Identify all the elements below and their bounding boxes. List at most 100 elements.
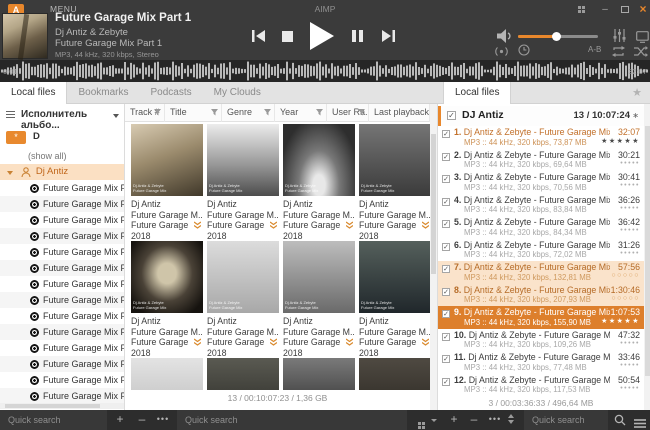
tree-album-row[interactable]: Future Garage Mix Part bbox=[0, 276, 124, 292]
filter-funnel-icon[interactable] bbox=[211, 109, 218, 116]
expand-chevrons-icon[interactable] bbox=[193, 338, 202, 348]
play-button[interactable] bbox=[310, 22, 334, 50]
playlist-add-button[interactable]: + bbox=[446, 410, 462, 430]
grouping-header[interactable]: Исполнитель альбо... bbox=[0, 104, 124, 131]
album-card-cover[interactable]: Dj Antiz & Zebyte Future Garage Mix bbox=[131, 124, 203, 196]
expand-chevrons-icon[interactable] bbox=[345, 221, 354, 231]
playlist-track-row[interactable]: ✓ 5. Dj Antiz & Zebyte - Future Garage M… bbox=[438, 216, 644, 239]
view-mode-grid-icon[interactable] bbox=[415, 416, 427, 430]
expand-chevrons-icon[interactable] bbox=[193, 221, 202, 231]
album-card[interactable]: Dj Antiz & Zebyte Future Garage Mix Dj A… bbox=[359, 124, 431, 252]
expand-chevrons-icon[interactable] bbox=[269, 338, 278, 348]
playlist-group-header[interactable]: ✓ DJ Antiz 13 / 10:07:24 ∗ bbox=[438, 106, 644, 126]
track-checkbox[interactable]: ✓ bbox=[442, 377, 450, 386]
album-card[interactable]: Dj Antiz & Zebyte Future Garage Mix Dj A… bbox=[207, 241, 279, 369]
playlist-quick-search-input[interactable] bbox=[524, 410, 608, 430]
tree-album-row[interactable]: Future Garage Mix Part bbox=[0, 244, 124, 260]
album-card[interactable]: Dj Antiz & Zebyte Future Garage Mix Dj A… bbox=[131, 241, 203, 369]
album-card-cover[interactable]: Dj Antiz & Zebyte Future Garage Mix bbox=[207, 124, 279, 196]
track-checkbox[interactable]: ✓ bbox=[442, 242, 450, 251]
tab-local-files-right[interactable]: Local files bbox=[443, 82, 512, 105]
sleep-timer-icon[interactable] bbox=[518, 43, 530, 61]
playlist-track-row[interactable]: ✓ 12. Dj Antiz & Zebyte - Future Garage … bbox=[438, 374, 644, 397]
filter-funnel-icon[interactable] bbox=[316, 109, 323, 116]
album-card[interactable]: Dj Antiz & Zebyte Future Garage Mix Dj A… bbox=[283, 241, 355, 369]
chevron-down-icon[interactable] bbox=[113, 114, 119, 118]
star-icon[interactable]: ★ bbox=[632, 86, 642, 99]
more-button[interactable]: ••• bbox=[153, 410, 173, 430]
expand-chevrons-icon[interactable] bbox=[345, 338, 354, 348]
column-header[interactable]: Year bbox=[275, 104, 327, 122]
track-checkbox[interactable]: ✓ bbox=[442, 175, 450, 183]
track-checkbox[interactable]: ✓ bbox=[442, 130, 450, 138]
track-checkbox[interactable]: ✓ bbox=[442, 152, 450, 161]
tree-album-row[interactable]: Future Garage Mix Part bbox=[0, 180, 124, 196]
playlist-track-row[interactable]: ✓ 3. Dj Antiz & Zebyte - Future Garage M… bbox=[438, 171, 644, 194]
search-icon[interactable] bbox=[612, 413, 628, 430]
filter-funnel-icon[interactable] bbox=[264, 109, 271, 116]
playlist-track-row[interactable]: ✓ 2. Dj Antiz & Zebyte - Future Garage M… bbox=[438, 149, 644, 172]
tree-show-all[interactable]: (show all) bbox=[0, 148, 124, 164]
column-header[interactable]: User Ra... bbox=[327, 104, 369, 122]
track-checkbox[interactable]: ✓ bbox=[442, 332, 450, 341]
tree-album-row[interactable]: Future Garage Mix Part bbox=[0, 260, 124, 276]
minimize-button[interactable]: – bbox=[596, 2, 614, 17]
scrollbar-thumb[interactable] bbox=[645, 126, 650, 376]
next-button[interactable] bbox=[382, 30, 395, 42]
tree-album-row[interactable]: Future Garage Mix Part bbox=[0, 228, 124, 244]
tree-album-row[interactable]: Future Garage Mix Part bbox=[0, 292, 124, 308]
track-checkbox[interactable]: ✓ bbox=[442, 220, 450, 228]
album-card-cover[interactable]: Dj Antiz & Zebyte Future Garage Mix bbox=[283, 241, 355, 313]
track-rating[interactable]: ••••• bbox=[620, 362, 640, 369]
album-card-cover[interactable]: Dj Antiz & Zebyte Future Garage Mix bbox=[131, 241, 203, 313]
sort-button[interactable] bbox=[508, 414, 518, 430]
group-checkbox[interactable]: ✓ bbox=[447, 111, 456, 120]
volume-slider[interactable] bbox=[518, 32, 598, 41]
column-header[interactable]: Title bbox=[165, 104, 222, 122]
track-checkbox[interactable]: ✓ bbox=[442, 197, 450, 206]
column-header[interactable]: Track # bbox=[125, 104, 165, 122]
album-card-cover[interactable]: Dj Antiz & Zebyte Future Garage Mix bbox=[359, 124, 431, 196]
track-rating[interactable]: ★★★★★ bbox=[601, 317, 640, 325]
tree-album-row[interactable]: Future Garage Mix Part bbox=[0, 340, 124, 356]
maximize-button[interactable] bbox=[616, 2, 634, 17]
track-rating[interactable]: ★★★★★ bbox=[601, 137, 640, 145]
tree-album-row[interactable]: Future Garage Mix Part bbox=[0, 372, 124, 388]
track-rating[interactable]: ○○○○○ bbox=[611, 295, 640, 302]
track-rating[interactable]: ○○○○○ bbox=[611, 272, 640, 279]
scrollbar-thumb[interactable] bbox=[431, 134, 436, 274]
tree-album-row[interactable]: Future Garage Mix Part bbox=[0, 356, 124, 372]
tree-album-row[interactable]: Future Garage Mix Part bbox=[0, 324, 124, 340]
previous-button[interactable] bbox=[252, 30, 265, 42]
add-button[interactable]: + bbox=[112, 410, 128, 430]
playlist-track-row[interactable]: ✓ 10. Dj Antiz & Zebyte - Future Garage … bbox=[438, 329, 644, 352]
playlist-track-row[interactable]: ✓ 7. Dj Antiz & Zebyte - Future Garage M… bbox=[438, 261, 644, 284]
album-card[interactable]: Dj Antiz & Zebyte Future Garage Mix Dj A… bbox=[283, 124, 355, 252]
column-header[interactable]: Last playback bbox=[369, 104, 430, 122]
expand-chevrons-icon[interactable] bbox=[421, 221, 430, 231]
playlist-remove-button[interactable]: – bbox=[466, 410, 482, 430]
vertical-scrollbar[interactable] bbox=[430, 104, 437, 410]
track-checkbox[interactable]: ✓ bbox=[442, 310, 450, 318]
expand-chevrons-icon[interactable] bbox=[269, 221, 278, 231]
track-rating[interactable]: ••••• bbox=[620, 340, 640, 347]
close-button[interactable]: × bbox=[634, 2, 650, 17]
album-card[interactable]: Dj Antiz & Zebyte Future Garage Mix Dj A… bbox=[207, 124, 279, 252]
tab-item[interactable]: Local files bbox=[0, 82, 68, 105]
tree-quick-search-input[interactable] bbox=[0, 410, 107, 430]
playlist-menu-icon[interactable] bbox=[632, 415, 648, 430]
playlist-track-row[interactable]: ✓ 1. Dj Antiz & Zebyte - Future Garage M… bbox=[438, 126, 644, 149]
album-card-cover[interactable]: Dj Antiz & Zebyte Future Garage Mix bbox=[283, 124, 355, 196]
track-rating[interactable]: ••••• bbox=[620, 182, 640, 189]
hamburger-icon[interactable] bbox=[6, 111, 15, 118]
playlist-track-row[interactable]: ✓ 11. Dj Antiz & Zebyte - Future Garage … bbox=[438, 351, 644, 374]
pause-button[interactable] bbox=[352, 30, 363, 42]
vertical-scrollbar[interactable] bbox=[644, 104, 650, 410]
expand-chevrons-icon[interactable] bbox=[421, 338, 430, 348]
track-rating[interactable]: ••••• bbox=[620, 250, 640, 257]
tree-album-row[interactable]: Future Garage Mix Part bbox=[0, 196, 124, 212]
playlist-track-row[interactable]: ✓ 9. Dj Antiz & Zebyte - Future Garage M… bbox=[438, 306, 644, 329]
remove-button[interactable]: – bbox=[134, 410, 150, 430]
view-mode-caret-icon[interactable] bbox=[431, 419, 437, 422]
tree-album-row[interactable]: Future Garage Mix Part bbox=[0, 212, 124, 228]
